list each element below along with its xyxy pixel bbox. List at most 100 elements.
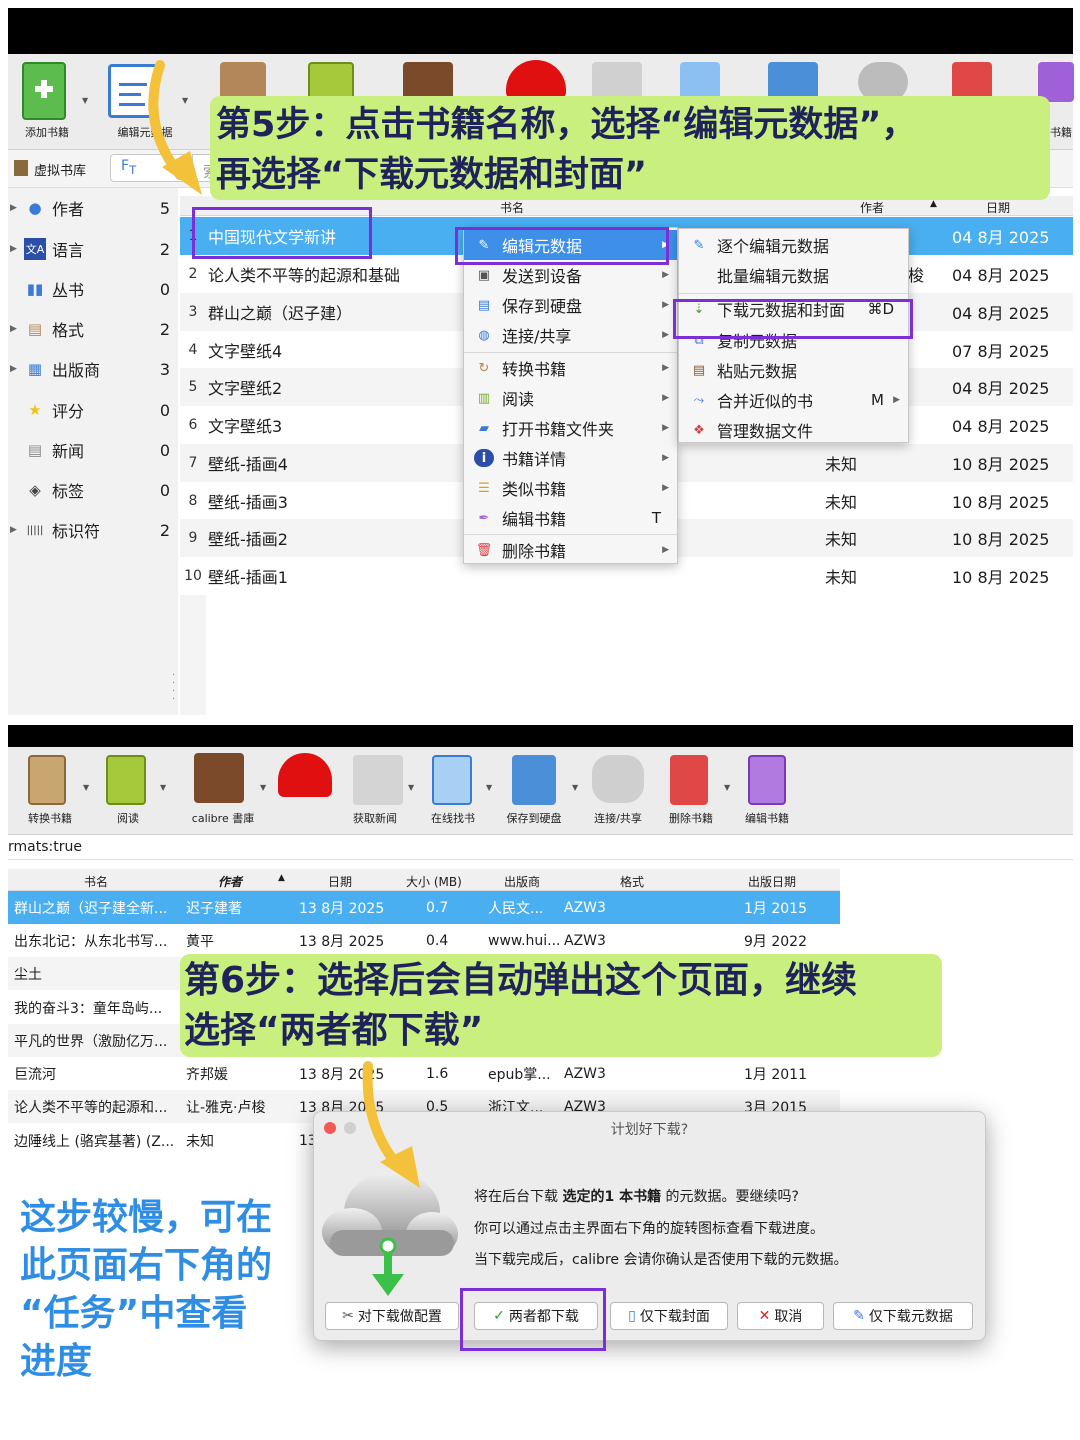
column-publisher[interactable]: 出版商: [504, 873, 540, 890]
add-book-label[interactable]: 添加书籍: [12, 124, 82, 140]
connect-share-icon[interactable]: [592, 755, 644, 803]
bottom-toolbar: ▼ 转换书籍 ▼ 阅读 ▼ calibre 書庫 ▼ 获取新闻 ▼ 在线找书 ▼…: [8, 747, 1073, 835]
dialog-message-1: 将在后台下载 选定的1 本书籍 的元数据。要继续吗?: [474, 1189, 799, 1205]
column-author[interactable]: 作者: [218, 873, 242, 890]
virtual-library-button[interactable]: 虚拟书库: [34, 160, 86, 179]
edit-book-icon: ✒: [478, 510, 490, 526]
edit-icon: ✎: [693, 237, 705, 253]
heart-icon[interactable]: [278, 753, 332, 797]
save-to-disk-label[interactable]: 保存到硬盘: [498, 810, 570, 826]
configure-download-button[interactable]: ✂ 对下载做配置: [325, 1302, 459, 1330]
menu-item-manage-data-files[interactable]: ❖ 管理数据文件: [679, 415, 908, 445]
field-type-icon: FT: [121, 158, 137, 177]
sidebar-item-identifiers[interactable]: ▶ ||||| 标识符 2: [10, 512, 170, 548]
remove-book-icon[interactable]: [670, 755, 708, 805]
column-format[interactable]: 格式: [620, 873, 644, 890]
dialog-message-3: 当下载完成后，calibre 会请你确认是否使用下载的元数据。: [474, 1252, 848, 1268]
cover-icon: ▯: [628, 1308, 636, 1324]
convert-book-icon[interactable]: [28, 755, 66, 805]
menu-item-book-details[interactable]: i 书籍详情 ▶: [464, 443, 677, 473]
data-files-icon: ❖: [693, 422, 705, 438]
find-books-icon[interactable]: [432, 755, 472, 805]
formats-icon: ▤: [27, 320, 43, 338]
sidebar-item-rating[interactable]: ★ 评分 0: [10, 392, 170, 428]
column-author[interactable]: 作者: [860, 199, 884, 216]
search-input[interactable]: rmats:true: [8, 836, 1073, 860]
column-date[interactable]: 日期: [986, 199, 1010, 216]
menu-item-read[interactable]: ▥ 阅读 ▶: [464, 383, 677, 413]
column-size[interactable]: 大小 (MB): [406, 873, 462, 890]
column-pubdate[interactable]: 出版日期: [748, 873, 796, 890]
folder-icon: ▰: [479, 420, 489, 436]
calibre-library-icon[interactable]: [194, 753, 244, 803]
column-title[interactable]: 书名: [500, 199, 524, 216]
info-icon: i: [474, 449, 494, 467]
find-books-label[interactable]: 在线找书: [418, 810, 488, 826]
edit-book-label[interactable]: 编辑书籍: [732, 810, 802, 826]
step5-line2: 再选择“下载元数据和封面”: [216, 155, 648, 195]
menu-item-open-folder[interactable]: ▰ 打开书籍文件夹 ▶: [464, 413, 677, 443]
add-book-dropdown-icon[interactable]: ▼: [82, 96, 88, 105]
fetch-news-label[interactable]: 获取新闻: [340, 810, 410, 826]
cancel-button[interactable]: ✕ 取消: [737, 1302, 824, 1330]
save-to-disk-icon[interactable]: [512, 755, 556, 805]
menu-item-merge-books[interactable]: ⤳ 合并近似的书 M ▶: [679, 385, 908, 415]
sort-up-icon: ▲: [930, 199, 937, 209]
sidebar-item-tags[interactable]: ◈ 标签 0: [10, 472, 170, 508]
menu-item-connect-share[interactable]: ◍ 连接/共享 ▶: [464, 320, 677, 350]
library-dropdown-icon[interactable]: ▼: [260, 783, 266, 792]
sidebar-item-news[interactable]: ▤ 新闻 0: [10, 432, 170, 468]
read-label[interactable]: 阅读: [98, 810, 158, 826]
submenu-arrow-icon: ▶: [662, 363, 669, 373]
menu-item-paste-metadata[interactable]: ▤ 粘贴元数据: [679, 355, 908, 385]
sort-up-icon: ▲: [278, 873, 285, 883]
calibre-library-label[interactable]: calibre 書庫: [178, 810, 268, 826]
column-date[interactable]: 日期: [328, 873, 352, 890]
arrow-pointer-icon: [362, 1061, 420, 1188]
context-menu: ✎ 编辑元数据 ▶ ▣ 发送到设备 ▶ ▤ 保存到硬盘 ▶ ◍ 连接/共享 ▶ ↻ 转换书籍 ▶ ▥…: [463, 227, 678, 564]
menu-item-save-to-disk[interactable]: ▤ 保存到硬盘 ▶: [464, 290, 677, 320]
column-title[interactable]: 书名: [84, 873, 108, 890]
edit-book-icon[interactable]: [748, 755, 786, 805]
convert-dropdown-icon[interactable]: ▼: [83, 783, 89, 792]
menu-item-similar-books[interactable]: ☰ 类似书籍 ▶: [464, 473, 677, 503]
add-book-icon[interactable]: [22, 62, 66, 120]
remove-book-label[interactable]: 删除书籍: [656, 810, 726, 826]
read-book-icon[interactable]: [106, 755, 146, 805]
table-row[interactable]: 群山之巅（迟子建全新... 迟子建著 13 8月 2025 0.7 人民文... AZW3…: [8, 891, 840, 925]
convert-book-label[interactable]: 转换书籍: [12, 810, 88, 826]
menu-item-edit-individually[interactable]: ✎ 逐个编辑元数据: [679, 230, 908, 260]
remove-dropdown-icon[interactable]: ▼: [724, 783, 730, 792]
window-top-bar: [8, 8, 1073, 54]
star-icon: ★: [28, 401, 42, 419]
sidebar-item-formats[interactable]: ▶ ▤ 格式 2: [10, 311, 170, 347]
sidebar-item-series[interactable]: ▮▮ 丛书 0: [10, 271, 170, 307]
menu-item-remove-books[interactable]: 🗑 删除书籍 ▶: [464, 535, 677, 565]
submenu-arrow-icon: ▶: [893, 395, 900, 405]
read-dropdown-icon[interactable]: ▼: [160, 783, 166, 792]
sidebar-item-publishers[interactable]: ▶ ▦ 出版商 3: [10, 351, 170, 387]
globe-icon: ◍: [478, 327, 490, 343]
read-icon: ▥: [477, 390, 491, 406]
download-cover-only-button[interactable]: ▯ 仅下载封面: [610, 1302, 728, 1330]
heart-icon[interactable]: [506, 60, 566, 100]
progress-note: 这步较慢，可在 此页面右下角的 “任务”中查看 进度: [20, 1197, 273, 1382]
download-metadata-only-button[interactable]: ✎ 仅下载元数据: [833, 1302, 973, 1330]
edit-book-label[interactable]: 书籍: [1048, 124, 1074, 140]
news-icon[interactable]: [353, 755, 403, 805]
news-dropdown-icon[interactable]: ▼: [408, 783, 414, 792]
publisher-icon: ▦: [27, 360, 43, 378]
sidebar-item-languages[interactable]: ▶ 文A 语言 2: [10, 231, 170, 267]
menu-item-edit-bulk[interactable]: 批量编辑元数据: [679, 260, 908, 290]
connect-share-label[interactable]: 连接/共享: [582, 810, 654, 826]
submenu-arrow-icon: ▶: [662, 330, 669, 340]
menu-item-edit-book[interactable]: ✒ 编辑书籍 T: [464, 503, 677, 533]
table-row[interactable]: 出东北记：从东北书写... 黄平 13 8月 2025 0.4 www.hui... AZ…: [8, 924, 840, 958]
find-dropdown-icon[interactable]: ▼: [486, 783, 492, 792]
menu-item-convert-books[interactable]: ↻ 转换书籍 ▶: [464, 353, 677, 383]
step5-line1: 第5步：点击书籍名称，选择“编辑元数据”，: [216, 105, 917, 145]
splitter-handle[interactable]: · · · ·: [172, 671, 175, 705]
submenu-arrow-icon: ▶: [662, 423, 669, 433]
virtual-library-icon[interactable]: [14, 160, 28, 176]
save-dropdown-icon[interactable]: ▼: [572, 783, 578, 792]
